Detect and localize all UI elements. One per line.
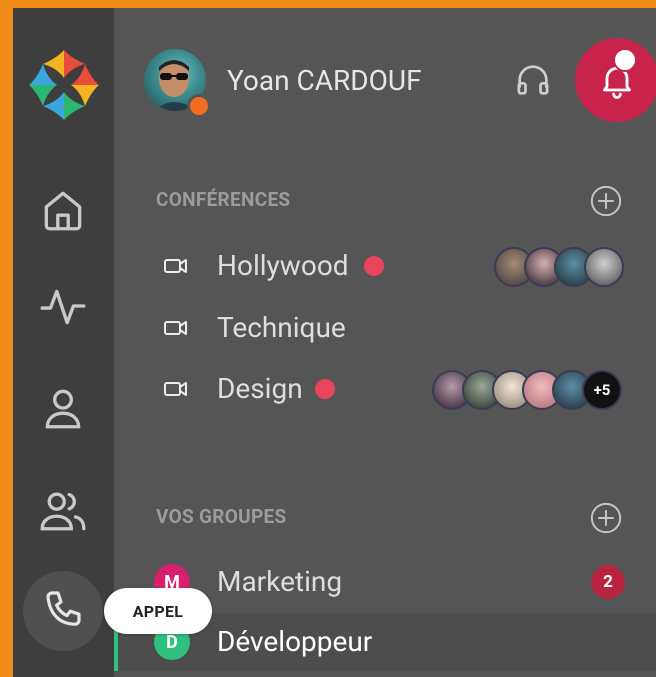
- call-tooltip: APPEL: [104, 588, 212, 634]
- more-participants-badge[interactable]: +5: [582, 370, 622, 410]
- plus-circle-icon: [590, 185, 622, 217]
- user-name: Yoan CARDOUF: [227, 64, 422, 97]
- header: Yoan CARDOUF: [114, 8, 656, 148]
- conference-item[interactable]: Technique: [114, 300, 656, 356]
- unread-count-badge: 2: [591, 565, 625, 599]
- conference-label: Technique: [217, 311, 346, 344]
- conference-item[interactable]: Hollywood: [114, 238, 656, 294]
- video-icon: [164, 382, 187, 396]
- groups-title: VOS GROUPES: [156, 505, 287, 528]
- add-conference-button[interactable]: [588, 183, 624, 219]
- user-icon: [45, 389, 81, 429]
- nav-activity[interactable]: [33, 276, 93, 336]
- phone-icon: [46, 591, 81, 626]
- video-icon: [164, 259, 187, 273]
- nav-call[interactable]: [23, 571, 103, 651]
- app-window: APPEL Yoan CARDOUF CONFÉRENCES Hollywood…: [13, 8, 656, 677]
- group-label: Marketing: [217, 565, 343, 598]
- group-label: Développeur: [217, 625, 373, 658]
- home-icon: [44, 191, 82, 231]
- conference-label: Design: [217, 372, 303, 405]
- live-indicator: [315, 379, 335, 399]
- conferences-title: CONFÉRENCES: [156, 188, 291, 211]
- headset-button[interactable]: [511, 58, 555, 102]
- activity-icon: [40, 289, 86, 325]
- conference-label: Hollywood: [217, 249, 349, 282]
- headset-icon: [517, 65, 549, 95]
- presence-status-dot: [187, 94, 211, 118]
- nav-contacts[interactable]: [33, 378, 93, 438]
- users-icon: [40, 492, 86, 531]
- notification-indicator-dot: [613, 48, 637, 72]
- plus-circle-icon: [590, 502, 622, 534]
- main-panel: Yoan CARDOUF CONFÉRENCES Hollywood Techn…: [114, 8, 656, 677]
- conference-item[interactable]: Design +5: [114, 361, 656, 417]
- add-group-button[interactable]: [588, 500, 624, 536]
- nav-rail: [13, 8, 114, 677]
- app-logo: [27, 48, 101, 122]
- live-indicator: [364, 256, 384, 276]
- video-icon: [164, 321, 187, 335]
- avatar: [584, 247, 624, 287]
- nav-groups[interactable]: [33, 480, 93, 540]
- nav-home[interactable]: [33, 180, 93, 240]
